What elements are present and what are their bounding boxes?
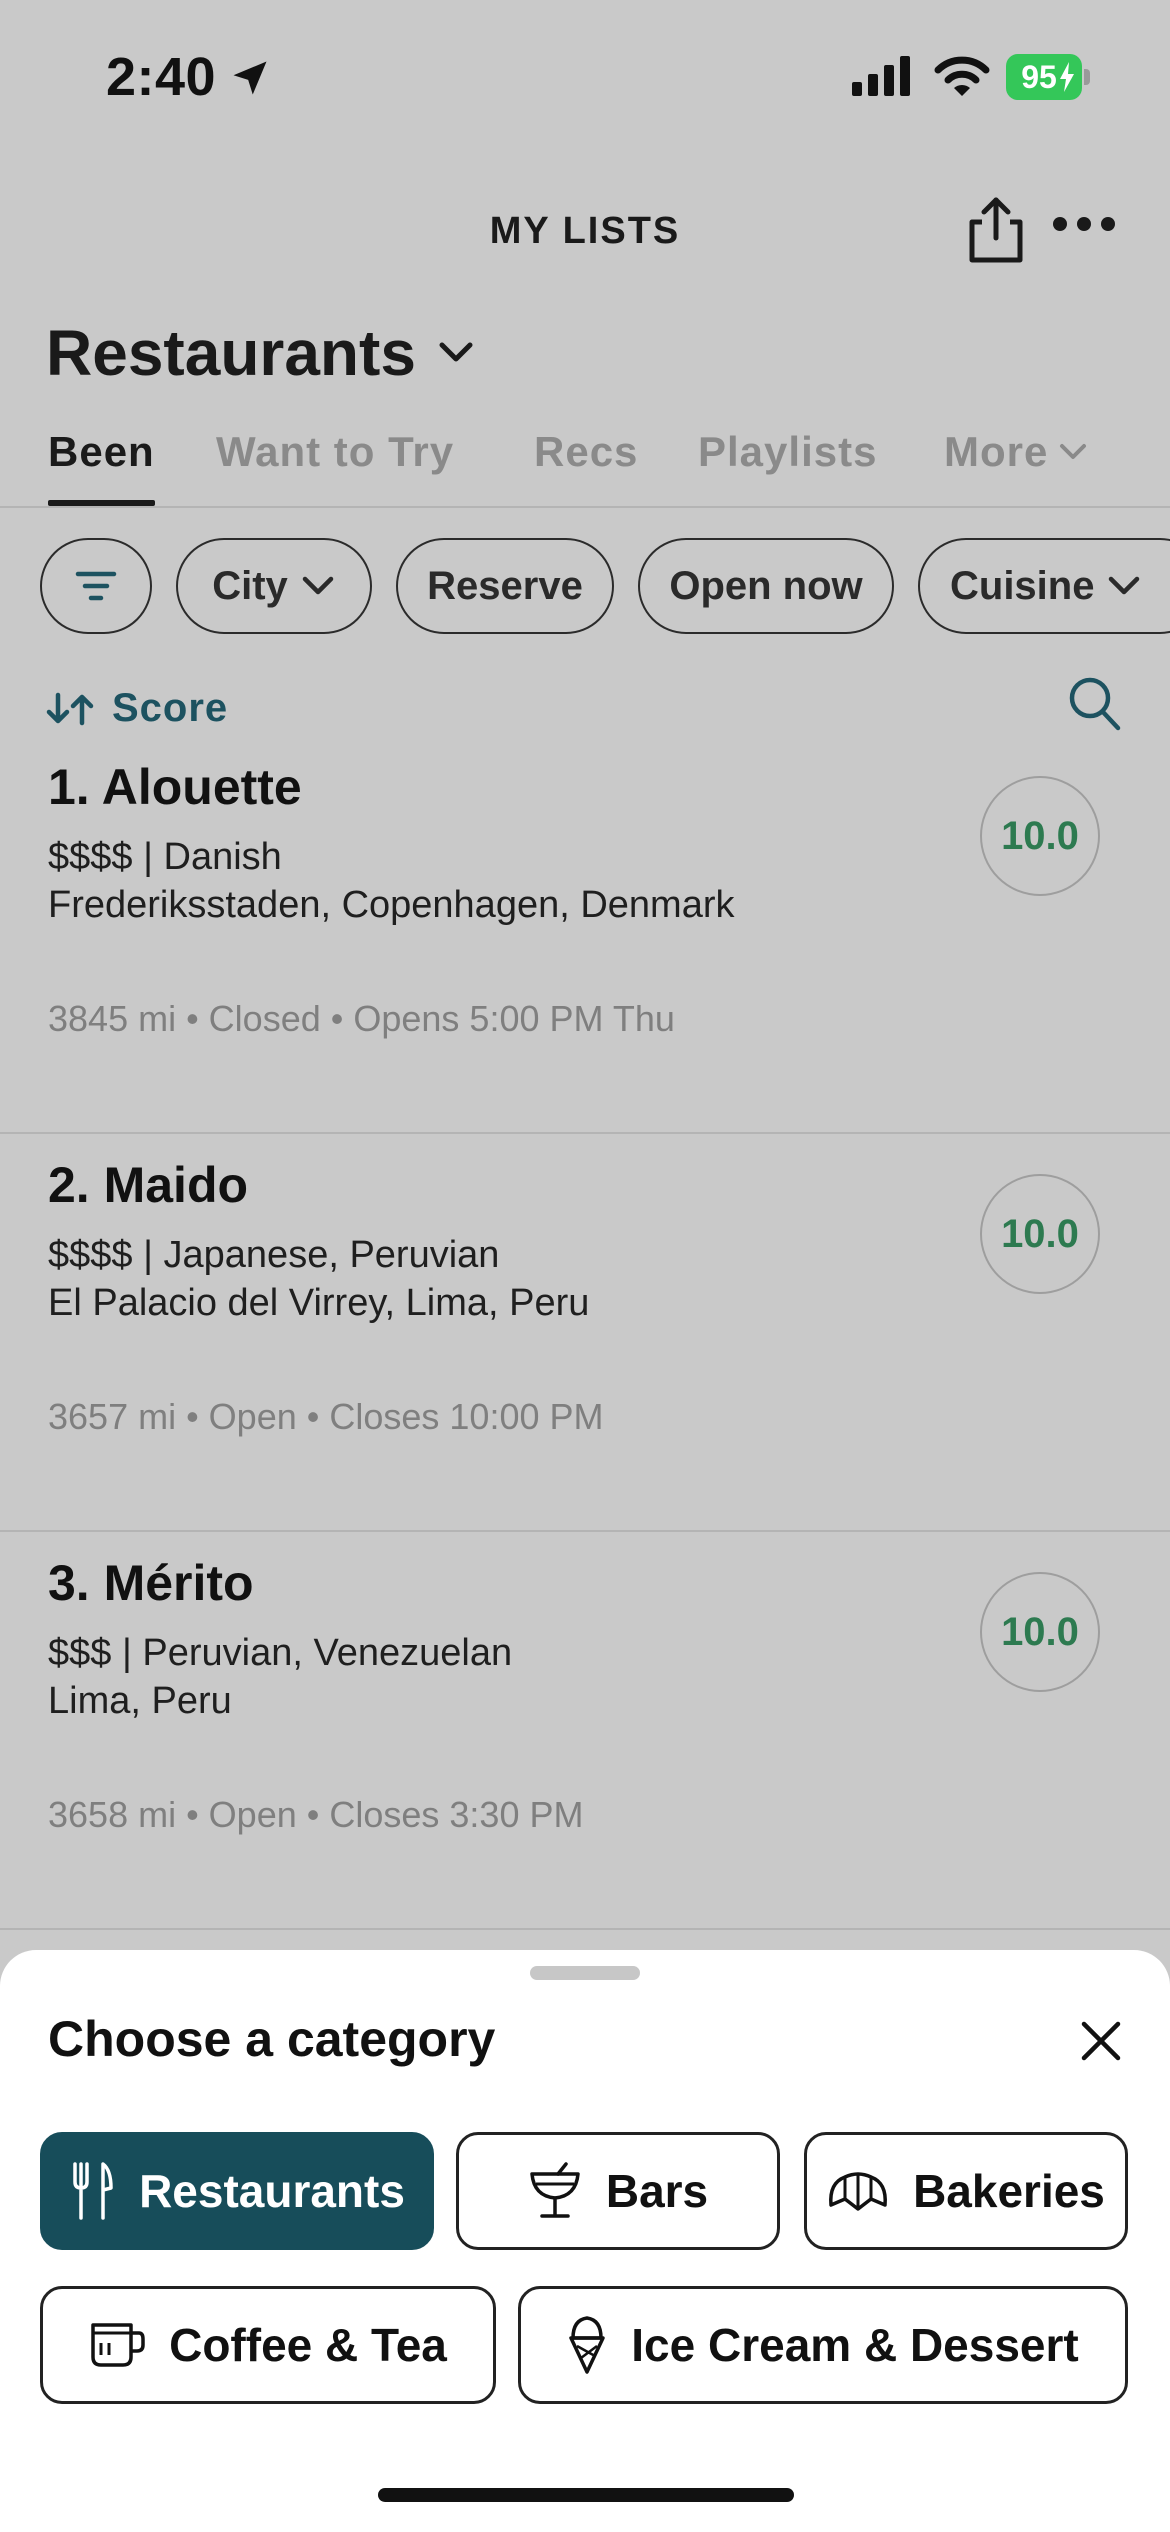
filter-icon (75, 571, 117, 601)
list-selector[interactable]: Restaurants (46, 316, 476, 390)
reserve-filter-chip[interactable]: Reserve (396, 538, 614, 634)
cocktail-icon (530, 2162, 580, 2218)
list-tabs: Been Want to Try Recs Playlists More (0, 428, 1170, 508)
category-sheet: Choose a category Restaurants Bars Baker… (0, 1950, 1170, 2532)
price-cuisine: $$$ | Peruvian, Venezuelan (48, 1632, 513, 1674)
list-title: Restaurants (46, 317, 416, 389)
clock: 2:40 (106, 47, 217, 107)
ellipsis-icon[interactable] (1052, 214, 1116, 234)
tab-want-to-try[interactable]: Want to Try (216, 428, 454, 506)
list-item[interactable]: 3. Mérito $$$ | Peruvian, Venezuelan Lim… (0, 1532, 1170, 1930)
croissant-icon (829, 2172, 888, 2211)
sort-arrows-icon (46, 692, 94, 725)
coffee-cup-icon (91, 2323, 145, 2367)
filter-options-button[interactable] (40, 538, 152, 634)
list-item[interactable]: 2. Maido $$$$ | Japanese, Peruvian El Pa… (0, 1134, 1170, 1532)
search-icon[interactable] (1068, 676, 1122, 732)
restaurant-name: 3. Mérito (48, 1555, 254, 1611)
distance-hours: 3845 mi • Closed • Opens 5:00 PM Thu (48, 998, 675, 1039)
location: El Palacio del Virrey, Lima, Peru (48, 1282, 590, 1324)
home-indicator[interactable] (378, 2488, 794, 2502)
sort-label: Score (112, 686, 229, 730)
ice-cream-icon (569, 2316, 606, 2374)
charging-bolt-icon (1060, 62, 1074, 92)
share-icon[interactable] (964, 196, 1028, 266)
category-coffee-tea-button[interactable]: Coffee & Tea (40, 2286, 496, 2404)
battery-level: 95 (1021, 58, 1057, 95)
cellular-signal-icon (852, 56, 910, 96)
tab-recs[interactable]: Recs (534, 428, 638, 506)
wifi-icon (934, 56, 990, 96)
category-bars-button[interactable]: Bars (456, 2132, 780, 2250)
category-ice-cream-dessert-button[interactable]: Ice Cream & Dessert (518, 2286, 1128, 2404)
restaurant-name: 1. Alouette (48, 759, 302, 815)
category-bakeries-button[interactable]: Bakeries (804, 2132, 1128, 2250)
score-badge: 10.0 (980, 1174, 1100, 1294)
sort-button[interactable]: Score (46, 686, 228, 731)
cuisine-filter-chip[interactable]: Cuisine (918, 538, 1170, 634)
category-restaurants-button[interactable]: Restaurants (40, 2132, 434, 2250)
fork-knife-icon (73, 2162, 113, 2220)
chevron-down-icon (302, 576, 334, 595)
location: Frederiksstaden, Copenhagen, Denmark (48, 884, 735, 926)
chevron-down-icon (1109, 576, 1140, 595)
price-cuisine: $$$$ | Danish (48, 836, 282, 878)
restaurant-name: 2. Maido (48, 1157, 249, 1213)
open-now-filter-chip[interactable]: Open now (638, 538, 894, 634)
score-badge: 10.0 (980, 776, 1100, 896)
sheet-title: Choose a category (48, 2011, 496, 2067)
tab-more[interactable]: More (944, 428, 1088, 506)
tab-playlists[interactable]: Playlists (698, 428, 877, 506)
chevron-down-icon (1060, 444, 1087, 459)
battery-indicator: 95 (1006, 54, 1090, 100)
tab-been[interactable]: Been (48, 428, 155, 506)
distance-hours: 3657 mi • Open • Closes 10:00 PM (48, 1396, 604, 1437)
chevron-down-icon (439, 342, 473, 362)
status-bar: 2:40 95 (0, 0, 1170, 150)
price-cuisine: $$$$ | Japanese, Peruvian (48, 1234, 500, 1276)
distance-hours: 3658 mi • Open • Closes 3:30 PM (48, 1794, 584, 1835)
location: Lima, Peru (48, 1680, 232, 1722)
location-arrow-icon (233, 61, 267, 95)
list-item[interactable]: 1. Alouette $$$$ | Danish Frederiksstade… (0, 736, 1170, 1134)
score-badge: 10.0 (980, 1572, 1100, 1692)
close-icon[interactable] (1076, 2016, 1126, 2066)
city-filter-chip[interactable]: City (176, 538, 372, 634)
sheet-grabber[interactable] (530, 1966, 640, 1980)
